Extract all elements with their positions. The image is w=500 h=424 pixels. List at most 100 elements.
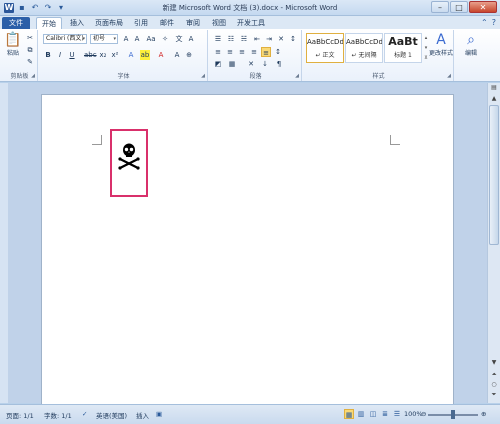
italic-icon[interactable]: I — [55, 50, 65, 60]
phonetic-guide-icon[interactable]: 文 — [174, 34, 184, 44]
tab-developer[interactable]: 开发工具 — [234, 17, 268, 29]
align-left-icon[interactable]: ≡ — [213, 47, 223, 57]
char-border-icon[interactable]: A — [186, 34, 196, 44]
font-size-combo[interactable]: 初号 ▾ — [90, 34, 118, 44]
tab-home[interactable]: 开始 — [36, 17, 62, 29]
page-count[interactable]: 页面: 1/1 — [6, 410, 34, 420]
shrink-font-icon[interactable]: A — [132, 34, 142, 44]
tab-file[interactable]: 文件 — [2, 17, 30, 29]
format-painter-icon[interactable]: ✎ — [25, 57, 35, 67]
font-name-combo[interactable]: Calibri (西文) ▾ — [43, 34, 87, 44]
chinese-layout-icon[interactable]: ✕ — [276, 34, 286, 44]
font-launcher-icon[interactable]: ◢ — [201, 73, 205, 79]
save-icon[interactable]: ▪ — [17, 3, 27, 13]
paste-label: 粘贴 — [6, 50, 19, 57]
strikethrough-icon[interactable]: abc — [84, 50, 97, 60]
vertical-scrollbar[interactable]: ▤ ▲ ▼ ⏶ ○ ⏷ — [487, 83, 500, 403]
underline-icon[interactable]: U — [67, 50, 77, 60]
zoom-slider-knob[interactable] — [451, 410, 455, 419]
document-page[interactable] — [41, 94, 454, 414]
zoom-in-icon[interactable]: ⊕ — [481, 410, 486, 418]
paste-button[interactable]: 📋 粘贴 — [4, 32, 22, 57]
superscript-icon[interactable]: x² — [110, 50, 120, 60]
sort-az-icon[interactable]: ↓ — [260, 59, 270, 69]
clipboard-group: 📋 粘贴 ✂ ⧉ ✎ 剪贴板 ◢ — [2, 30, 38, 81]
customize-qat-icon[interactable]: ▾ — [56, 3, 66, 13]
tab-review[interactable]: 审阅 — [182, 17, 204, 29]
redo-icon[interactable]: ↷ — [43, 3, 53, 13]
asian-layout-icon[interactable]: ✕ — [246, 59, 256, 69]
scrollbar-thumb[interactable] — [489, 105, 499, 245]
scroll-down-icon[interactable]: ▼ — [489, 358, 499, 368]
style-preview: AaBbCcDd — [346, 38, 382, 46]
help-icon[interactable]: ? — [492, 18, 496, 27]
font-color-icon[interactable]: A — [156, 50, 166, 60]
change-styles-button[interactable]: A 更改样式 — [428, 32, 454, 57]
minimize-button[interactable]: – — [431, 1, 449, 13]
borders-icon[interactable]: ▦ — [227, 59, 237, 69]
styles-launcher-icon[interactable]: ◢ — [447, 73, 451, 79]
align-center-icon[interactable]: ≡ — [225, 47, 235, 57]
browse-object-icon[interactable]: ○ — [489, 380, 499, 390]
tab-mailings[interactable]: 邮件 — [156, 17, 178, 29]
outline-view-icon[interactable]: ≣ — [380, 409, 390, 419]
zoom-level[interactable]: 100% — [404, 410, 423, 418]
tab-insert[interactable]: 插入 — [66, 17, 88, 29]
copy-icon[interactable]: ⧉ — [25, 45, 35, 55]
tab-page-layout[interactable]: 页面布局 — [92, 17, 126, 29]
justify-icon[interactable]: ≡ — [249, 47, 259, 57]
show-marks-icon[interactable]: ¶ — [274, 59, 284, 69]
style-normal[interactable]: AaBbCcDd ↵ 正文 — [306, 33, 344, 63]
cut-icon[interactable]: ✂ — [25, 33, 35, 43]
print-layout-view-icon[interactable]: ▦ — [344, 409, 354, 419]
web-layout-view-icon[interactable]: ◫ — [368, 409, 378, 419]
grow-font-icon[interactable]: A — [121, 34, 131, 44]
subscript-icon[interactable]: x₂ — [98, 50, 108, 60]
style-no-spacing[interactable]: AaBbCcDd ↵ 无间隔 — [345, 33, 383, 63]
bold-icon[interactable]: B — [43, 50, 53, 60]
minimize-ribbon-icon[interactable]: ⌃ — [481, 18, 488, 27]
sort-icon[interactable]: ↕ — [288, 34, 298, 44]
prev-page-icon[interactable]: ⏶ — [489, 370, 499, 380]
distributed-icon[interactable]: ≡ — [261, 47, 271, 57]
style-heading-1[interactable]: AaBt 标题 1 — [384, 33, 422, 63]
text-effects-icon[interactable]: A — [126, 50, 136, 60]
paragraph-launcher-icon[interactable]: ◢ — [295, 73, 299, 79]
shading-icon[interactable]: ◩ — [213, 59, 223, 69]
clipboard-launcher-icon[interactable]: ◢ — [31, 73, 35, 79]
clear-format-icon[interactable]: ✧ — [160, 34, 170, 44]
undo-icon[interactable]: ↶ — [30, 3, 40, 13]
maximize-button[interactable]: □ — [450, 1, 468, 13]
selected-symbol-highlight[interactable] — [110, 129, 148, 197]
bullets-icon[interactable]: ☰ — [213, 34, 223, 44]
increase-indent-icon[interactable]: ⇥ — [264, 34, 274, 44]
numbering-icon[interactable]: ☷ — [226, 34, 236, 44]
proofing-icon[interactable]: ✓ — [82, 410, 87, 418]
zoom-out-icon[interactable]: ⊖ — [421, 410, 426, 418]
close-button[interactable]: ✕ — [469, 1, 497, 13]
align-right-icon[interactable]: ≡ — [237, 47, 247, 57]
char-shading-icon[interactable]: A — [172, 50, 182, 60]
multilevel-list-icon[interactable]: ☵ — [239, 34, 249, 44]
scroll-up-icon[interactable]: ▲ — [489, 94, 499, 104]
decrease-indent-icon[interactable]: ⇤ — [252, 34, 262, 44]
tab-references[interactable]: 引用 — [130, 17, 152, 29]
line-spacing-icon[interactable]: ↕ — [273, 47, 283, 57]
style-preview: AaBt — [388, 35, 418, 48]
editing-group: ⌕ 编辑 — [456, 30, 486, 81]
next-page-icon[interactable]: ⏷ — [489, 390, 499, 400]
document-area[interactable] — [8, 83, 487, 414]
insert-mode[interactable]: 插入 — [136, 410, 149, 420]
enclose-char-icon[interactable]: ⊕ — [184, 50, 194, 60]
tab-view[interactable]: 视图 — [208, 17, 230, 29]
macro-record-icon[interactable]: ▣ — [156, 410, 162, 418]
draft-view-icon[interactable]: ☰ — [392, 409, 402, 419]
word-logo-icon[interactable]: W — [4, 3, 14, 13]
highlight-icon[interactable]: ab — [140, 50, 150, 60]
word-count[interactable]: 字数: 1/1 — [44, 410, 72, 420]
ruler-toggle-icon[interactable]: ▤ — [489, 83, 499, 93]
change-case-icon[interactable]: Aa — [146, 34, 156, 44]
editing-button[interactable]: ⌕ 编辑 — [458, 32, 484, 57]
language-indicator[interactable]: 英语(美国) — [96, 410, 127, 420]
full-screen-view-icon[interactable]: ▥ — [356, 409, 366, 419]
